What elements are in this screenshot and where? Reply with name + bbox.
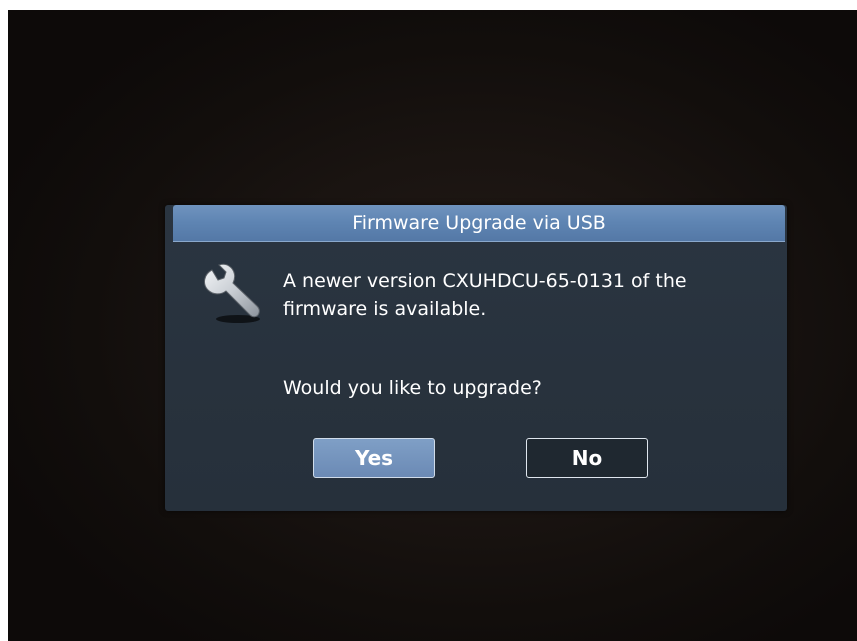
wrench-icon	[198, 260, 268, 330]
firmware-upgrade-dialog: Firmware Upgrade via USB A newer version…	[165, 205, 787, 511]
tv-screen: Firmware Upgrade via USB A newer version…	[8, 10, 857, 641]
yes-button[interactable]: Yes	[313, 438, 435, 478]
upgrade-message: A newer version CXUHDCU-65-0131 of the f…	[283, 270, 687, 320]
upgrade-question: Would you like to upgrade?	[283, 377, 542, 399]
no-button[interactable]: No	[526, 438, 648, 478]
dialog-title: Firmware Upgrade via USB	[173, 205, 785, 242]
